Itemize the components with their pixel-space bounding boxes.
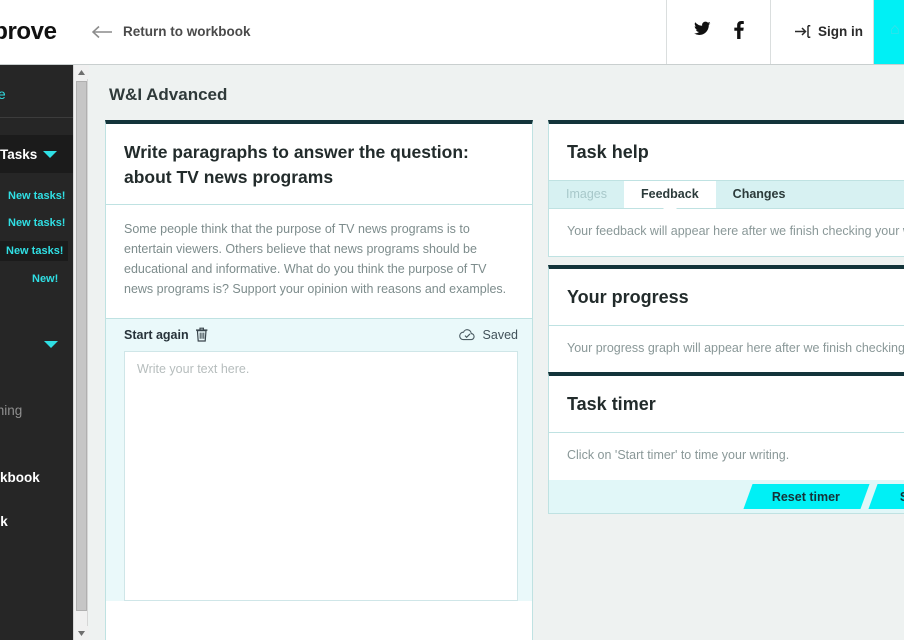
task-timer-body: Click on 'Start timer' to time your writ… [567,447,790,462]
header-divider-right [770,0,771,64]
header-divider-left [666,0,667,64]
sidebar-badge-new-tasks-1[interactable]: New tasks! [8,190,65,202]
task-help-title: Task help [567,142,649,162]
task-help-body: Your feedback will appear here after we … [567,223,904,238]
task-timer-card: Task timer Click on 'Start timer' to tim… [548,372,904,515]
task-card-header: Write paragraphs to answer the question:… [106,124,532,205]
arrow-left-icon [92,25,114,39]
tab-feedback[interactable]: Feedback [624,180,716,215]
task-timer-title: Task timer [567,394,656,414]
progress-card: Your progress Your progress graph will a… [548,265,904,375]
task-timer-header: Task timer [549,376,904,433]
page-title: W&I Advanced [109,85,228,104]
sign-in-label: Sign in [818,24,863,39]
twitter-icon[interactable] [694,21,711,36]
progress-title: Your progress [567,287,689,307]
task-help-card: Task help Images Feedback Changes Your f… [548,120,904,258]
sidebar-scroll-thumb[interactable] [76,81,87,611]
cloud-check-icon [458,328,476,341]
start-timer-button[interactable]: Start timer [868,484,904,510]
scroll-up-arrow-icon[interactable] [74,65,89,79]
sign-in-arrow-icon [795,25,811,38]
sidebar-item-workbook[interactable]: Workbook [0,470,40,485]
chevron-down-icon [43,151,57,158]
tab-changes[interactable]: Changes [716,181,803,208]
main-content: W&I Advanced Write paragraphs to answer … [89,65,904,640]
start-timer-label: Start timer [900,489,904,504]
sidebar: Profile Tasks New tasks! New tasks! New … [0,65,73,640]
sidebar-item-training[interactable]: Training [0,403,22,418]
sidebar-badge-new[interactable]: New! [32,273,58,285]
return-to-workbook-link[interactable]: Return to workbook [92,24,251,39]
progress-header: Your progress [549,269,904,326]
reset-timer-button[interactable]: Reset timer [743,484,870,510]
app-logo: Improve [0,18,57,45]
tab-images[interactable]: Images [549,181,624,208]
scroll-down-arrow-icon[interactable] [74,626,89,640]
trash-bin-icon [195,327,209,342]
sign-up-button[interactable]: ⌂ [874,0,904,64]
task-help-header: Task help [549,124,904,181]
sign-in-button[interactable]: Sign in [795,24,863,39]
app-root: Improve Return to workbook [0,0,904,640]
start-again-button[interactable]: Start again [124,327,209,342]
sidebar-item-tasks-label: Tasks [0,146,38,162]
editor-wrapper [106,350,532,601]
reset-timer-label: Reset timer [772,489,841,504]
sidebar-item-profile[interactable]: Profile [0,86,6,102]
user-icon: ⌂ [890,21,900,38]
sidebar-scrollbar[interactable] [73,65,89,640]
sidebar-item-tasks[interactable]: Tasks [0,135,73,173]
app-header: Improve Return to workbook [0,0,904,65]
task-help-tabs: Images Feedback Changes [549,180,904,215]
text-editor-input[interactable] [124,350,518,601]
saved-label: Saved [482,327,518,342]
task-card: Write paragraphs to answer the question:… [105,120,533,640]
editor-toolbar: Start again Saved [106,318,532,351]
facebook-icon[interactable] [734,21,744,39]
task-timer-footer: Reset timer Start timer [549,480,904,514]
sidebar-badge-new-tasks-2[interactable]: New tasks! [8,217,65,229]
progress-body: Your progress graph will appear here aft… [567,340,904,355]
sidebar-divider [0,117,73,118]
sidebar-badge-new-tasks-3[interactable]: New tasks! [0,241,69,261]
sidebar-item-book[interactable]: Book [0,514,8,529]
chevron-down-icon-2[interactable] [44,341,58,348]
start-again-label: Start again [124,327,189,342]
task-prompt: Some people think that the purpose of TV… [106,205,532,319]
return-to-workbook-label: Return to workbook [123,24,251,39]
saved-status: Saved [458,327,518,342]
task-title: Write paragraphs to answer the question:… [124,142,469,187]
